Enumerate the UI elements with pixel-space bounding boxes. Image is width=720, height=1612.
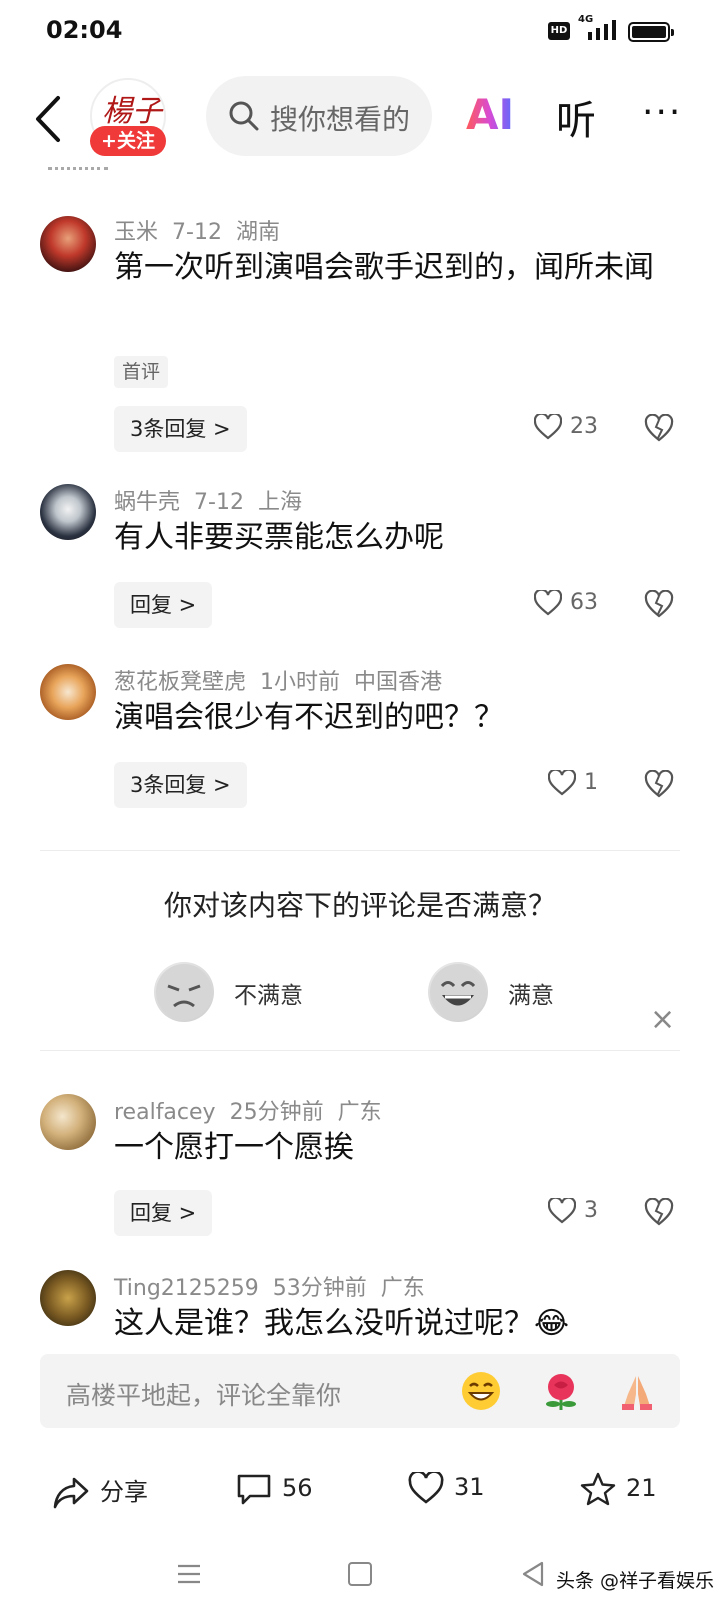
comment-username[interactable]: 葱花板凳壁虎 — [114, 670, 246, 695]
truncated-content — [48, 160, 108, 170]
first-comment-badge: 首评 — [114, 356, 169, 388]
comment-date: 7-12 — [172, 220, 222, 245]
comment-username[interactable]: 蜗牛壳 — [114, 490, 180, 515]
menu-icon[interactable] — [176, 1562, 202, 1586]
comment-bubble-icon — [237, 1474, 271, 1505]
view-replies-button[interactable]: 3条回复 > — [114, 406, 247, 452]
dislike-heart-icon[interactable] — [644, 1198, 674, 1226]
avatar[interactable] — [40, 216, 96, 272]
comment-location: 中国香港 — [354, 670, 443, 695]
system-navigation-bar: 头条 @祥子看娱乐 — [0, 1540, 720, 1612]
comments-button[interactable]: 56 — [236, 1472, 313, 1506]
satisfied-face-icon[interactable] — [428, 962, 488, 1022]
home-square-icon[interactable] — [348, 1562, 372, 1586]
like-button[interactable]: 1 — [547, 768, 598, 796]
comment-date: 1小时前 — [260, 670, 341, 695]
satisfied-label[interactable]: 满意 — [508, 976, 554, 1010]
heart-icon — [547, 768, 577, 796]
grin-emoji-icon[interactable] — [460, 1370, 502, 1412]
reply-button[interactable]: 回复 > — [114, 1190, 213, 1236]
heart-icon — [533, 412, 563, 440]
like-count: 3 — [584, 1198, 598, 1223]
comment-text: 这人是谁？我怎么没听说过呢？😂 — [114, 1306, 570, 1341]
favorite-count: 21 — [626, 1474, 657, 1502]
back-arrow-icon[interactable] — [30, 92, 70, 146]
heart-icon — [533, 588, 563, 616]
pray-hands-emoji-icon[interactable] — [616, 1370, 658, 1412]
comment-date: 53分钟前 — [272, 1276, 367, 1301]
unsatisfied-label[interactable]: 不满意 — [234, 976, 303, 1010]
like-button[interactable]: 3 — [547, 1196, 598, 1224]
dislike-heart-icon[interactable] — [644, 770, 674, 798]
comment-username[interactable]: Ting2125259 — [114, 1276, 259, 1301]
comment-meta: 葱花板凳壁虎 1小时前 中国香港 — [114, 664, 456, 696]
like-button[interactable]: 23 — [533, 412, 598, 440]
comment-text: 第一次听到演唱会歌手迟到的，闻所未闻 — [114, 250, 654, 285]
heart-icon — [408, 1470, 444, 1504]
hd-indicator: HD — [548, 22, 570, 40]
follow-button[interactable]: +关注 — [90, 126, 166, 156]
comment-count: 56 — [282, 1474, 313, 1502]
comment-text: 一个愿打一个愿挨 — [114, 1130, 354, 1165]
comment-meta: 玉米 7-12 湖南 — [114, 214, 294, 246]
share-label: 分享 — [100, 1478, 148, 1506]
avatar[interactable] — [40, 484, 96, 540]
view-replies-button[interactable]: 3条回复 > — [114, 762, 247, 808]
unsatisfied-face-icon[interactable] — [154, 962, 214, 1022]
reply-button[interactable]: 回复 > — [114, 582, 213, 628]
like-count: 1 — [584, 770, 598, 795]
comment-username[interactable]: 玉米 — [114, 220, 158, 245]
comment-location: 湖南 — [235, 220, 280, 245]
author-signature-logo: 楊子 — [102, 94, 162, 129]
search-icon — [229, 101, 259, 131]
listen-button[interactable]: 听 — [556, 88, 596, 146]
close-survey-icon[interactable]: × — [650, 1002, 675, 1037]
comment-text: 有人非要买票能怎么办呢 — [114, 520, 444, 555]
rose-emoji-icon[interactable] — [540, 1370, 582, 1412]
avatar[interactable] — [40, 664, 96, 720]
star-icon — [580, 1472, 616, 1506]
heart-icon — [547, 1196, 577, 1224]
dislike-heart-icon[interactable] — [644, 414, 674, 442]
comment-location: 广东 — [380, 1276, 425, 1301]
comment-text: 演唱会很少有不迟到的吧？？ — [114, 700, 504, 735]
comment-meta: realfacey 25分钟前 广东 — [114, 1094, 396, 1126]
signal-icon — [588, 20, 616, 40]
like-button[interactable]: 63 — [533, 588, 598, 616]
comment-username[interactable]: realfacey — [114, 1100, 216, 1125]
comment-date: 7-12 — [194, 490, 244, 515]
back-triangle-icon[interactable] — [520, 1560, 546, 1588]
top-navigation: 楊子 +关注 搜你想看的 AI 听 ··· — [0, 72, 720, 168]
like-count: 31 — [454, 1473, 485, 1501]
comment-date: 25分钟前 — [229, 1100, 324, 1125]
comment-input-placeholder: 高楼平地起，评论全靠你 — [66, 1381, 342, 1410]
avatar[interactable] — [40, 1270, 96, 1326]
like-article-button[interactable]: 31 — [408, 1470, 485, 1504]
share-button[interactable]: 分享 — [52, 1472, 148, 1510]
search-bar[interactable]: 搜你想看的 — [206, 76, 432, 156]
comment-location: 上海 — [257, 490, 302, 515]
avatar[interactable] — [40, 1094, 96, 1150]
share-icon — [53, 1477, 89, 1509]
like-count: 23 — [570, 414, 598, 439]
more-options-button[interactable]: ··· — [642, 92, 682, 133]
comment-input[interactable]: 高楼平地起，评论全靠你 — [40, 1354, 680, 1428]
ai-button[interactable]: AI — [466, 90, 514, 139]
comment-meta: Ting2125259 53分钟前 广东 — [114, 1270, 439, 1302]
status-time: 02:04 — [46, 16, 123, 44]
comment-item: Ting2125259 53分钟前 广东 这人是谁？我怎么没听说过呢？😂 — [0, 1270, 720, 1350]
survey-question: 你对该内容下的评论是否满意？ — [163, 889, 556, 922]
dislike-heart-icon[interactable] — [644, 590, 674, 618]
watermark: 头条 @祥子看娱乐 — [556, 1570, 715, 1592]
search-placeholder: 搜你想看的 — [270, 103, 411, 136]
bottom-action-bar: 分享 56 31 21 — [0, 1460, 720, 1530]
comment-meta: 蜗牛壳 7-12 上海 — [114, 484, 316, 516]
divider — [40, 850, 680, 851]
comment-location: 广东 — [337, 1100, 382, 1125]
status-bar: 02:04 HD 4G — [0, 0, 720, 66]
like-count: 63 — [570, 590, 598, 615]
battery-icon — [628, 22, 674, 42]
divider — [40, 1050, 680, 1051]
favorite-button[interactable]: 21 — [580, 1472, 657, 1506]
